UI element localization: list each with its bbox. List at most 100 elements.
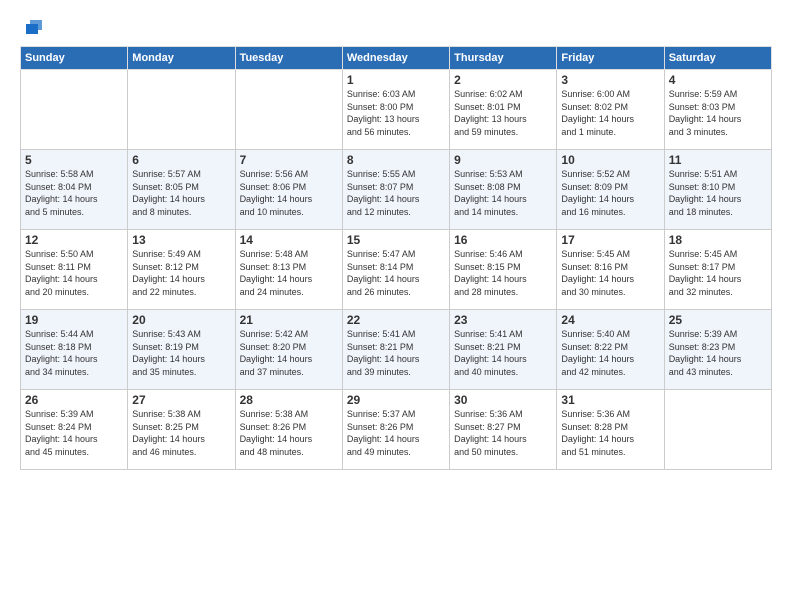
day-number: 12	[25, 233, 123, 247]
day-number: 13	[132, 233, 230, 247]
calendar-cell	[235, 70, 342, 150]
day-number: 15	[347, 233, 445, 247]
calendar-cell: 21Sunrise: 5:42 AM Sunset: 8:20 PM Dayli…	[235, 310, 342, 390]
day-info: Sunrise: 5:58 AM Sunset: 8:04 PM Dayligh…	[25, 168, 123, 218]
day-number: 27	[132, 393, 230, 407]
day-number: 25	[669, 313, 767, 327]
day-info: Sunrise: 5:45 AM Sunset: 8:17 PM Dayligh…	[669, 248, 767, 298]
day-info: Sunrise: 5:41 AM Sunset: 8:21 PM Dayligh…	[454, 328, 552, 378]
week-row-4: 19Sunrise: 5:44 AM Sunset: 8:18 PM Dayli…	[21, 310, 772, 390]
day-number: 1	[347, 73, 445, 87]
day-number: 17	[561, 233, 659, 247]
day-info: Sunrise: 5:56 AM Sunset: 8:06 PM Dayligh…	[240, 168, 338, 218]
day-info: Sunrise: 5:59 AM Sunset: 8:03 PM Dayligh…	[669, 88, 767, 138]
calendar-cell: 3Sunrise: 6:00 AM Sunset: 8:02 PM Daylig…	[557, 70, 664, 150]
day-number: 24	[561, 313, 659, 327]
day-info: Sunrise: 5:52 AM Sunset: 8:09 PM Dayligh…	[561, 168, 659, 218]
day-number: 2	[454, 73, 552, 87]
day-number: 26	[25, 393, 123, 407]
calendar-cell	[664, 390, 771, 470]
calendar-cell: 22Sunrise: 5:41 AM Sunset: 8:21 PM Dayli…	[342, 310, 449, 390]
weekday-tuesday: Tuesday	[235, 47, 342, 70]
day-info: Sunrise: 5:42 AM Sunset: 8:20 PM Dayligh…	[240, 328, 338, 378]
day-number: 30	[454, 393, 552, 407]
day-info: Sunrise: 5:47 AM Sunset: 8:14 PM Dayligh…	[347, 248, 445, 298]
calendar-cell: 8Sunrise: 5:55 AM Sunset: 8:07 PM Daylig…	[342, 150, 449, 230]
logo-icon	[22, 16, 44, 38]
day-info: Sunrise: 5:36 AM Sunset: 8:28 PM Dayligh…	[561, 408, 659, 458]
calendar-cell	[21, 70, 128, 150]
day-info: Sunrise: 5:46 AM Sunset: 8:15 PM Dayligh…	[454, 248, 552, 298]
calendar-cell: 17Sunrise: 5:45 AM Sunset: 8:16 PM Dayli…	[557, 230, 664, 310]
day-info: Sunrise: 5:44 AM Sunset: 8:18 PM Dayligh…	[25, 328, 123, 378]
week-row-1: 1Sunrise: 6:03 AM Sunset: 8:00 PM Daylig…	[21, 70, 772, 150]
day-info: Sunrise: 5:53 AM Sunset: 8:08 PM Dayligh…	[454, 168, 552, 218]
calendar-table: SundayMondayTuesdayWednesdayThursdayFrid…	[20, 46, 772, 470]
day-info: Sunrise: 5:43 AM Sunset: 8:19 PM Dayligh…	[132, 328, 230, 378]
weekday-header-row: SundayMondayTuesdayWednesdayThursdayFrid…	[21, 47, 772, 70]
day-info: Sunrise: 5:51 AM Sunset: 8:10 PM Dayligh…	[669, 168, 767, 218]
calendar-cell: 18Sunrise: 5:45 AM Sunset: 8:17 PM Dayli…	[664, 230, 771, 310]
day-number: 5	[25, 153, 123, 167]
calendar-cell: 2Sunrise: 6:02 AM Sunset: 8:01 PM Daylig…	[450, 70, 557, 150]
calendar-cell: 12Sunrise: 5:50 AM Sunset: 8:11 PM Dayli…	[21, 230, 128, 310]
day-number: 16	[454, 233, 552, 247]
weekday-sunday: Sunday	[21, 47, 128, 70]
calendar-cell: 24Sunrise: 5:40 AM Sunset: 8:22 PM Dayli…	[557, 310, 664, 390]
day-number: 7	[240, 153, 338, 167]
day-info: Sunrise: 5:40 AM Sunset: 8:22 PM Dayligh…	[561, 328, 659, 378]
day-info: Sunrise: 5:38 AM Sunset: 8:25 PM Dayligh…	[132, 408, 230, 458]
day-number: 3	[561, 73, 659, 87]
day-info: Sunrise: 6:02 AM Sunset: 8:01 PM Dayligh…	[454, 88, 552, 138]
calendar-cell: 28Sunrise: 5:38 AM Sunset: 8:26 PM Dayli…	[235, 390, 342, 470]
day-info: Sunrise: 5:57 AM Sunset: 8:05 PM Dayligh…	[132, 168, 230, 218]
calendar-cell: 1Sunrise: 6:03 AM Sunset: 8:00 PM Daylig…	[342, 70, 449, 150]
day-info: Sunrise: 5:36 AM Sunset: 8:27 PM Dayligh…	[454, 408, 552, 458]
calendar-cell: 6Sunrise: 5:57 AM Sunset: 8:05 PM Daylig…	[128, 150, 235, 230]
day-info: Sunrise: 5:37 AM Sunset: 8:26 PM Dayligh…	[347, 408, 445, 458]
day-number: 21	[240, 313, 338, 327]
calendar-cell: 26Sunrise: 5:39 AM Sunset: 8:24 PM Dayli…	[21, 390, 128, 470]
day-number: 20	[132, 313, 230, 327]
calendar-cell: 27Sunrise: 5:38 AM Sunset: 8:25 PM Dayli…	[128, 390, 235, 470]
day-info: Sunrise: 5:41 AM Sunset: 8:21 PM Dayligh…	[347, 328, 445, 378]
day-number: 9	[454, 153, 552, 167]
calendar-cell: 14Sunrise: 5:48 AM Sunset: 8:13 PM Dayli…	[235, 230, 342, 310]
day-number: 11	[669, 153, 767, 167]
day-info: Sunrise: 5:50 AM Sunset: 8:11 PM Dayligh…	[25, 248, 123, 298]
logo	[20, 16, 44, 38]
calendar-cell: 20Sunrise: 5:43 AM Sunset: 8:19 PM Dayli…	[128, 310, 235, 390]
day-info: Sunrise: 5:38 AM Sunset: 8:26 PM Dayligh…	[240, 408, 338, 458]
calendar-cell: 10Sunrise: 5:52 AM Sunset: 8:09 PM Dayli…	[557, 150, 664, 230]
weekday-monday: Monday	[128, 47, 235, 70]
calendar-cell: 9Sunrise: 5:53 AM Sunset: 8:08 PM Daylig…	[450, 150, 557, 230]
day-number: 22	[347, 313, 445, 327]
day-info: Sunrise: 5:45 AM Sunset: 8:16 PM Dayligh…	[561, 248, 659, 298]
day-info: Sunrise: 5:55 AM Sunset: 8:07 PM Dayligh…	[347, 168, 445, 218]
week-row-2: 5Sunrise: 5:58 AM Sunset: 8:04 PM Daylig…	[21, 150, 772, 230]
day-info: Sunrise: 5:39 AM Sunset: 8:24 PM Dayligh…	[25, 408, 123, 458]
day-number: 29	[347, 393, 445, 407]
day-number: 8	[347, 153, 445, 167]
day-info: Sunrise: 5:48 AM Sunset: 8:13 PM Dayligh…	[240, 248, 338, 298]
calendar-cell: 19Sunrise: 5:44 AM Sunset: 8:18 PM Dayli…	[21, 310, 128, 390]
day-number: 28	[240, 393, 338, 407]
day-info: Sunrise: 6:00 AM Sunset: 8:02 PM Dayligh…	[561, 88, 659, 138]
weekday-wednesday: Wednesday	[342, 47, 449, 70]
calendar-cell	[128, 70, 235, 150]
day-number: 19	[25, 313, 123, 327]
week-row-5: 26Sunrise: 5:39 AM Sunset: 8:24 PM Dayli…	[21, 390, 772, 470]
day-info: Sunrise: 5:39 AM Sunset: 8:23 PM Dayligh…	[669, 328, 767, 378]
calendar-cell: 11Sunrise: 5:51 AM Sunset: 8:10 PM Dayli…	[664, 150, 771, 230]
calendar-cell: 16Sunrise: 5:46 AM Sunset: 8:15 PM Dayli…	[450, 230, 557, 310]
day-number: 23	[454, 313, 552, 327]
weekday-thursday: Thursday	[450, 47, 557, 70]
day-number: 31	[561, 393, 659, 407]
day-number: 18	[669, 233, 767, 247]
calendar-cell: 13Sunrise: 5:49 AM Sunset: 8:12 PM Dayli…	[128, 230, 235, 310]
day-number: 10	[561, 153, 659, 167]
header	[20, 16, 772, 38]
day-info: Sunrise: 5:49 AM Sunset: 8:12 PM Dayligh…	[132, 248, 230, 298]
calendar-cell: 4Sunrise: 5:59 AM Sunset: 8:03 PM Daylig…	[664, 70, 771, 150]
calendar-page: SundayMondayTuesdayWednesdayThursdayFrid…	[0, 0, 792, 612]
